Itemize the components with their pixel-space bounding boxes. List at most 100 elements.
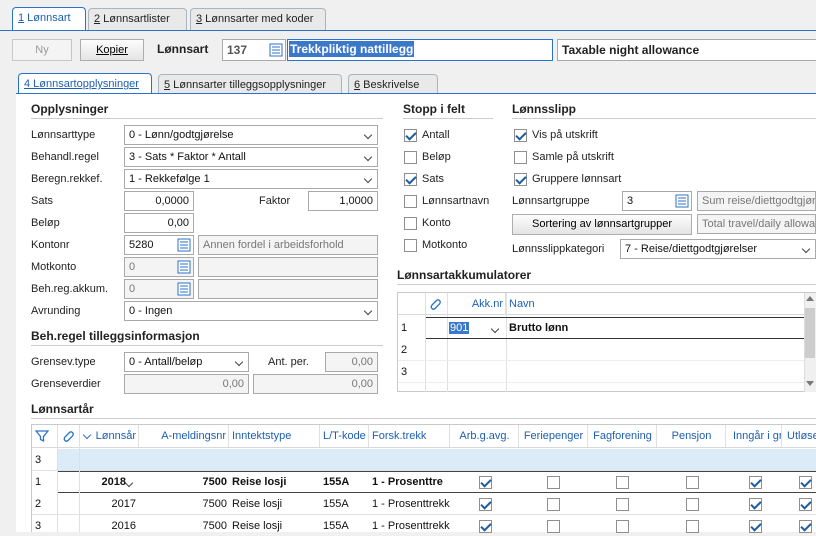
filter-icon[interactable] [35,429,49,443]
lonnsarttype-select[interactable]: 0 - Lønn/godtgjørelse [124,125,378,145]
behreg-lookup-icon[interactable] [177,282,191,296]
akk-nr-column-header[interactable]: Akk.nr [448,293,506,315]
col-inngar-i-gr[interactable]: Inngår i gr [727,425,782,447]
beregn-rekkef-select[interactable]: 1 - Rekkefølge 1 [124,169,378,189]
tab-lonnsart[interactable]: 1 Lønnsart [12,7,86,31]
a-meldingsnr-cell[interactable]: 7500 [140,516,227,536]
forsk-trekk-cell[interactable]: 1 - Prosenttre [372,472,450,492]
belop-field[interactable]: 0,00 [124,213,194,233]
feriepenger-checkbox[interactable] [547,476,560,489]
a-meldingsnr-cell[interactable]: 7500 [140,472,227,492]
stopp-sats-checkbox[interactable] [404,173,417,186]
feriepenger-checkbox[interactable] [547,498,560,511]
col-feriepenger[interactable]: Feriepenger [520,425,588,447]
forsk-trekk-cell[interactable]: 1 - Prosenttrekk [372,516,450,536]
kontonr-lookup-icon[interactable] [177,238,191,252]
new-button[interactable]: Ny [12,39,72,61]
tab-lonnsartlister[interactable]: 2 Lønnsartlister [88,8,187,30]
akk-nr-cell[interactable]: 901 [449,318,470,338]
arb-g-avg-checkbox[interactable] [479,498,492,511]
year-dropdown-icon[interactable] [124,474,138,488]
year-cell[interactable]: 2018 [96,472,126,492]
grenseverdi-2-field[interactable]: 0,00 [253,374,378,394]
col-a-meldingsnr[interactable]: A-meldingsnr [140,425,229,447]
akk-navn-column-header[interactable]: Navn [507,293,797,315]
ant-per-label: Ant. per. [268,356,309,368]
fagforening-checkbox[interactable] [616,476,629,489]
lt-kode-cell[interactable]: 155A [323,516,369,536]
avrunding-select[interactable]: 0 - Ingen [124,301,378,321]
a-meldingsnr-cell[interactable]: 7500 [140,494,227,514]
akkumulatorer-divider [397,284,816,285]
behandl-regel-select[interactable]: 3 - Sats * Faktor * Antall [124,147,378,167]
utlose-checkbox[interactable] [799,476,812,489]
col-inntektstype[interactable]: Inntektstype [230,425,320,447]
col-fagforening[interactable]: Fagforening [589,425,657,447]
arb-g-avg-checkbox[interactable] [479,520,492,533]
feriepenger-checkbox[interactable] [547,520,560,533]
gruppere-lonnsart-label: Gruppere lønnsart [532,173,622,185]
akk-row-1-selected[interactable] [426,317,804,339]
year-cell[interactable]: 2016 [96,516,136,536]
name-en-field[interactable]: Taxable night allowance [557,39,816,61]
akk-navn-cell: Brutto lønn [509,322,569,334]
lonnsartgruppe-lookup-icon[interactable] [675,194,689,208]
vis-pa-utskrift-checkbox[interactable] [514,129,527,142]
lonnsartgruppe-description: Sum reise/diettgodtgjørelse [697,191,816,211]
scroll-down-icon[interactable] [806,381,814,386]
name-no-field[interactable]: Trekkpliktig nattillegg [287,39,553,61]
motkonto-lookup-icon[interactable] [177,260,191,274]
fagforening-checkbox[interactable] [616,498,629,511]
lookup-list-icon[interactable] [269,43,283,57]
tab-tilleggsopplysninger[interactable]: 5 Lønnsarter tilleggsopplysninger [158,74,342,94]
sats-field[interactable]: 0,0000 [124,191,194,211]
utlose-checkbox[interactable] [799,498,812,511]
inngar-checkbox[interactable] [749,498,762,511]
inngar-checkbox[interactable] [749,476,762,489]
lonnsslippkategori-select[interactable]: 7 - Reise/diettgodtgjørelser [620,239,816,259]
lt-kode-cell[interactable]: 155A [323,494,369,514]
gruppere-lonnsart-checkbox[interactable] [514,173,527,186]
akk-nr-dropdown-icon[interactable] [490,320,504,334]
pensjon-checkbox[interactable] [686,476,699,489]
inntektstype-cell[interactable]: Reise losji [232,472,320,492]
stopp-motkonto-checkbox[interactable] [404,239,417,252]
pensjon-checkbox[interactable] [686,498,699,511]
grenseverdi-1-field[interactable]: 0,00 [124,374,249,394]
tab-beskrivelse[interactable]: 6 Beskrivelse [348,74,438,94]
stopp-antall-checkbox[interactable] [404,129,417,142]
scroll-up-icon[interactable] [806,296,814,301]
faktor-field[interactable]: 1,0000 [308,191,378,211]
stopp-lonnsartnavn-checkbox[interactable] [404,195,417,208]
ant-per-field[interactable]: 0,00 [325,352,378,372]
new-row-highlight[interactable] [58,449,816,470]
samle-pa-utskrift-checkbox[interactable] [514,151,527,164]
col-arb-g-avg[interactable]: Arb.g.avg. [451,425,519,447]
year-cell[interactable]: 2017 [96,494,136,514]
grensev-type-select[interactable]: 0 - Antall/beløp [124,352,249,372]
sortering-lonnsartgrupper-button[interactable]: Sortering av lønnsartgrupper [512,214,692,235]
utlose-checkbox[interactable] [799,520,812,533]
attachment-icon[interactable] [61,429,75,443]
col-pensjon[interactable]: Pensjon [658,425,726,447]
copy-button[interactable]: Kopier [80,39,144,61]
col-utlose[interactable]: Utløse [783,425,816,447]
tab-lonnsarter-med-koder[interactable]: 3 Lønnsarter med koder [190,8,326,30]
col-lonnsar[interactable]: Lønnsår [94,425,139,447]
tab-lonnsartopplysninger[interactable]: 4 Lønnsartopplysninger [18,73,152,94]
vis-pa-utskrift-label: Vis på utskrift [532,129,598,141]
stopp-belop-checkbox[interactable] [404,151,417,164]
col-forsk-trekk[interactable]: Forsk.trekk [370,425,450,447]
lt-kode-cell[interactable]: 155A [323,472,369,492]
inngar-checkbox[interactable] [749,520,762,533]
inntektstype-cell[interactable]: Reise losji [232,494,320,514]
pensjon-checkbox[interactable] [686,520,699,533]
arb-g-avg-checkbox[interactable] [479,476,492,489]
inntektstype-cell[interactable]: Reise losji [232,516,320,536]
col-lt-kode[interactable]: L/T-kode [321,425,369,447]
attachment-icon[interactable] [428,297,442,311]
stopp-konto-checkbox[interactable] [404,217,417,230]
fagforening-checkbox[interactable] [616,520,629,533]
forsk-trekk-cell[interactable]: 1 - Prosenttrekk [372,494,450,514]
akk-scrollbar-thumb[interactable] [805,308,815,358]
